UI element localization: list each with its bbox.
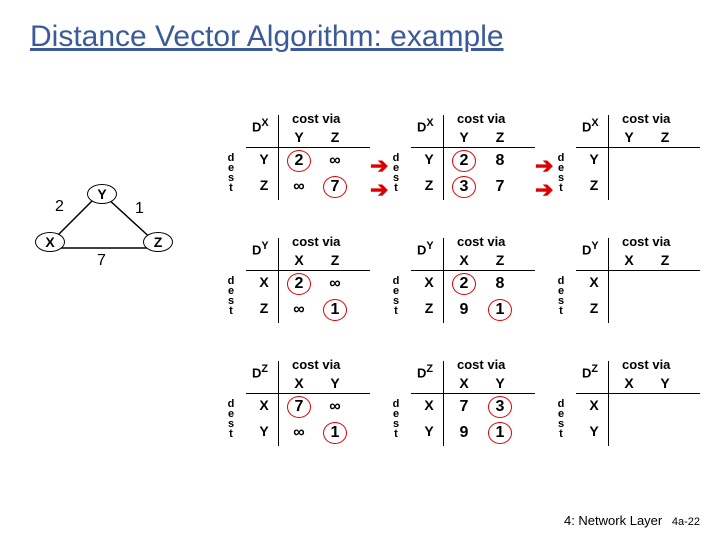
- dtable-c1-X: dest DX cost via Y Z Y Z 2 8 3 7: [395, 115, 535, 210]
- dtable-c0-Z: dest DZ cost via X Y X Y 7 ∞ ∞ 1: [230, 361, 370, 456]
- arrow-icon: ➔: [535, 177, 553, 203]
- dtable-c2-X: dest DX cost via Y Z Y Z: [560, 115, 700, 210]
- arrow-icon: ➔: [370, 153, 388, 179]
- footer-page: 4a-22: [672, 516, 700, 528]
- tables-col-2: dest DX cost via Y Z Y Z dest DY cost vi…: [560, 115, 700, 484]
- arrow-icon: ➔: [535, 153, 553, 179]
- dtable-c0-Y: dest DY cost via X Z X Z 2 ∞ ∞ 1: [230, 238, 370, 333]
- dtable-c1-Y: dest DY cost via X Z X Z 2 8 9 1: [395, 238, 535, 333]
- network-graph: Y X Z 2 1 7: [25, 180, 185, 280]
- node-x: X: [35, 232, 65, 252]
- dtable-c0-X: dest DX cost via Y Z Y Z 2 ∞ ∞ 7: [230, 115, 370, 210]
- dtable-c1-Z: dest DZ cost via X Y X Y 7 3 9 1: [395, 361, 535, 456]
- dtable-c2-Y: dest DY cost via X Z X Z: [560, 238, 700, 333]
- footer-chapter: 4: Network Layer: [564, 513, 662, 528]
- tables-col-1: dest DX cost via Y Z Y Z 2 8 3 7 dest DY…: [395, 115, 535, 484]
- edge-xy-weight: 2: [55, 198, 64, 216]
- page-title: Distance Vector Algorithm: example: [30, 20, 504, 54]
- arrow-icon: ➔: [370, 177, 388, 203]
- node-y: Y: [87, 184, 117, 204]
- footer: 4: Network Layer 4a-22: [564, 513, 700, 528]
- dest-label: dest: [226, 153, 236, 193]
- tables-col-0: dest DX cost via Y Z Y Z 2 ∞ ∞ 7 dest DY…: [230, 115, 370, 484]
- node-z: Z: [143, 232, 173, 252]
- edge-yz-weight: 1: [135, 200, 144, 218]
- edge-xz-weight: 7: [97, 252, 106, 270]
- dtable-c2-Z: dest DZ cost via X Y X Y: [560, 361, 700, 456]
